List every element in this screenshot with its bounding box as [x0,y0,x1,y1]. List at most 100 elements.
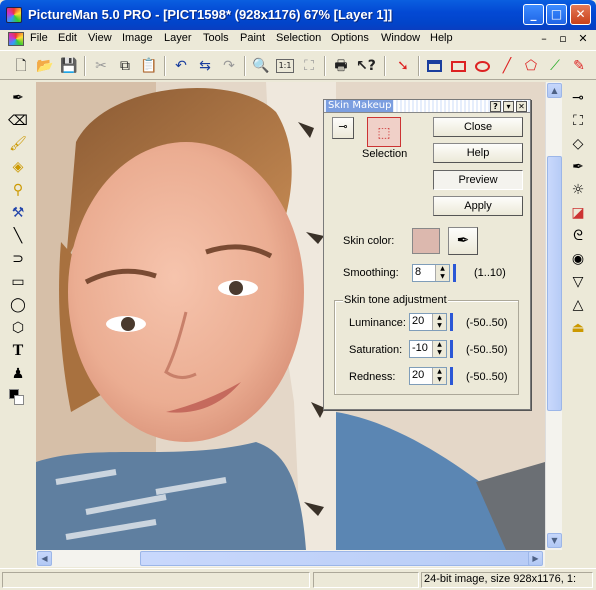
menu-view[interactable]: View [88,32,112,44]
redness-spinner[interactable]: 20 ▲ ▼ [409,367,447,385]
pen-icon[interactable]: ✎ [570,57,588,75]
spin-down-icon[interactable]: ▼ [436,273,449,281]
line-icon[interactable]: ╱ [498,57,516,75]
horizontal-scrollbar[interactable]: ◀ ▶ [36,550,545,567]
actual-size-icon[interactable]: 1:1 [276,59,294,73]
ellipse-tool-icon[interactable]: ◯ [7,295,29,315]
spin-up-icon[interactable]: ▲ [433,368,446,376]
menu-window[interactable]: Window [381,32,420,44]
luminance-slider[interactable] [450,313,453,331]
level-icon[interactable]: ⏏ [567,318,589,338]
mdi-restore-button[interactable]: ▫ [556,32,570,46]
print-icon[interactable]: 🖶 [332,57,350,75]
paste-icon[interactable]: 📋 [140,57,158,75]
filter-icon[interactable]: ⊸ [567,88,589,108]
filter-options-button[interactable]: ⊸ [332,117,354,139]
vertical-scrollbar[interactable]: ▲ ▼ [545,82,562,550]
save-icon[interactable]: 💾 [60,57,78,75]
menu-tools[interactable]: Tools [203,32,229,44]
new-file-icon[interactable]: 🗋 [12,57,30,75]
spin-down-icon[interactable]: ▼ [433,376,446,384]
scroll-left-arrow[interactable]: ◀ [37,551,52,566]
fill-bucket-icon[interactable]: ◈ [7,157,29,177]
sun-icon[interactable]: ☼ [567,180,589,200]
menu-paint[interactable]: Paint [240,32,265,44]
dialog-rollup-button[interactable]: ▾ [503,101,514,112]
swirl-icon[interactable]: ᘓ [567,226,589,246]
maximize-button[interactable]: □ [546,4,567,25]
spin-up-icon[interactable]: ▲ [433,341,446,349]
smoothing-spinner[interactable]: 8 ▲ ▼ [412,264,450,282]
copy-icon[interactable]: ⧉ [116,57,134,75]
luminance-spinner[interactable]: 20 ▲ ▼ [409,313,447,331]
vertical-scroll-thumb[interactable] [547,156,562,411]
move-arrow-icon[interactable]: ➘ [394,57,412,75]
scroll-right-arrow[interactable]: ▶ [528,551,543,566]
spin-down-icon[interactable]: ▼ [433,322,446,330]
menu-edit[interactable]: Edit [58,32,77,44]
smoothing-slider[interactable] [453,264,456,282]
cut-icon[interactable]: ✂ [92,57,110,75]
saturation-spinner[interactable]: -10 ▲ ▼ [409,340,447,358]
open-folder-icon[interactable]: 📂 [36,57,54,75]
smoothing-arrows[interactable]: ▲ ▼ [435,265,449,281]
mdi-close-button[interactable]: ✕ [576,32,590,46]
redness-arrows[interactable]: ▲ ▼ [432,368,446,384]
apply-button[interactable]: Apply [433,196,523,216]
rect-select-icon[interactable] [450,57,468,75]
flip-icon[interactable]: ⇆ [196,57,214,75]
color-swatch-icon[interactable] [7,387,29,407]
dialog-title-bar[interactable]: Skin Makeup ? ▾ ✕ [324,100,530,113]
text-tool-icon[interactable]: T [7,341,29,361]
crop-icon[interactable]: ⛶ [567,111,589,131]
retouch-icon[interactable]: ⚒ [7,203,29,223]
menu-help[interactable]: Help [430,32,453,44]
document-icon[interactable] [8,32,24,46]
spin-down-icon[interactable]: ▼ [433,349,446,357]
magic-wand-icon[interactable]: ⟋ [546,57,564,75]
rectangle-tool-icon[interactable]: ▭ [7,272,29,292]
menu-options[interactable]: Options [331,32,369,44]
stamp-icon[interactable]: ⚲ [7,180,29,200]
scroll-up-arrow[interactable]: ▲ [547,83,562,98]
dialog-help-button[interactable]: ? [490,101,501,112]
menu-layer[interactable]: Layer [164,32,192,44]
rotate-icon[interactable]: ◇ [567,134,589,154]
ellipse-select-icon[interactable] [474,57,492,75]
undo-icon[interactable]: ↶ [172,57,190,75]
brush-icon[interactable]: 🖌 [7,134,29,154]
selection-button[interactable]: ⬚ [367,117,401,147]
saturation-arrows[interactable]: ▲ ▼ [432,341,446,357]
spin-up-icon[interactable]: ▲ [433,314,446,322]
funnel-icon[interactable]: ▽ [567,272,589,292]
skin-color-swatch[interactable] [412,228,440,254]
menu-image[interactable]: Image [122,32,153,44]
eyedropper-icon[interactable]: ✒ [7,88,29,108]
menu-file[interactable]: File [30,32,48,44]
preview-button[interactable]: Preview [433,170,523,190]
triangle-icon[interactable]: △ [567,295,589,315]
line-tool-icon[interactable]: ╲ [7,226,29,246]
redness-slider[interactable] [450,367,453,385]
minimize-button[interactable]: _ [523,4,544,25]
window-icon[interactable] [426,57,444,75]
polygon-tool-icon[interactable]: ⬡ [7,318,29,338]
polygon-icon[interactable]: ⬠ [522,57,540,75]
close-button[interactable]: ✕ [570,4,591,25]
dialog-close-button[interactable]: ✕ [516,101,527,112]
spin-up-icon[interactable]: ▲ [436,265,449,273]
saturation-slider[interactable] [450,340,453,358]
skin-picker-button[interactable]: ✒ [448,227,478,255]
help-cursor-icon[interactable]: ↖? [356,57,376,75]
mdi-minimize-button[interactable]: – [537,32,551,46]
horizontal-scroll-thumb[interactable] [140,551,535,566]
fit-window-icon[interactable]: ⛶ [300,57,318,75]
close-dialog-button[interactable]: Close [433,117,523,137]
scroll-down-arrow[interactable]: ▼ [547,533,562,548]
luminance-arrows[interactable]: ▲ ▼ [432,314,446,330]
eraser-icon[interactable]: ⌫ [7,111,29,131]
zoom-icon[interactable]: 🔍 [252,57,270,75]
menu-selection[interactable]: Selection [276,32,321,44]
picker-icon[interactable]: ✒ [567,157,589,177]
person-tool-icon[interactable]: ♟ [7,364,29,384]
